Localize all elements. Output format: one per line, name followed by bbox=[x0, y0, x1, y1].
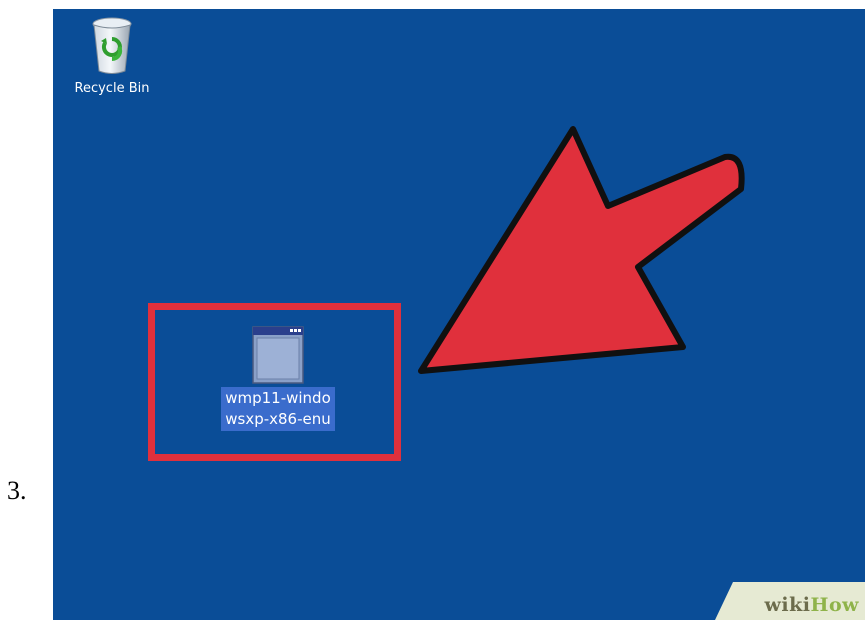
recycle-bin-label: Recycle Bin bbox=[74, 81, 150, 96]
desktop[interactable]: Recycle Bin wmp11-windo wsxp-x86-enu wik… bbox=[53, 9, 865, 620]
watermark-logo: wikiHow bbox=[765, 594, 859, 616]
watermark-how: How bbox=[810, 594, 859, 616]
recycle-bin-icon bbox=[92, 17, 132, 74]
step-number: 3. bbox=[7, 476, 27, 505]
pointer-arrow-icon bbox=[418, 126, 745, 374]
watermark-wiki: wiki bbox=[764, 594, 811, 616]
watermark: wikiHow bbox=[715, 582, 865, 620]
highlight-box bbox=[148, 303, 401, 461]
recycle-bin-shortcut[interactable]: Recycle Bin bbox=[62, 15, 162, 98]
